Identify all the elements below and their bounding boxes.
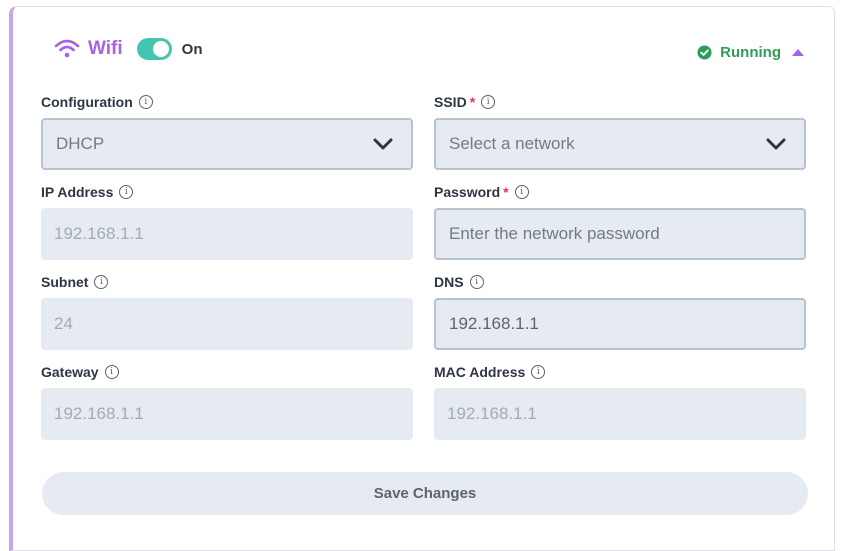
gateway-field[interactable]: 192.168.1.1	[41, 388, 413, 440]
ssid-placeholder: Select a network	[449, 134, 575, 153]
info-icon[interactable]: i	[531, 365, 546, 379]
gateway-label: Gateway i	[41, 364, 119, 380]
mac-address-field[interactable]: 192.168.1.1	[434, 388, 806, 440]
subnet-value: 24	[54, 314, 73, 333]
mac-address-value: 192.168.1.1	[447, 404, 537, 423]
ssid-select[interactable]: Select a network	[434, 118, 806, 170]
toggle-state-label: On	[181, 40, 203, 58]
ssid-label: SSID * i	[434, 94, 496, 110]
password-placeholder: Enter the network password	[449, 224, 660, 243]
dns-label: DNS i	[434, 274, 484, 290]
status-text: Running	[720, 44, 781, 61]
wifi-icon	[54, 39, 80, 58]
dns-value: 192.168.1.1	[449, 314, 539, 333]
configuration-value: DHCP	[56, 134, 105, 153]
wifi-settings-card: Wifi On Running Configuration i DHCP SSI…	[9, 6, 835, 551]
configuration-label-text: Configuration	[41, 94, 133, 110]
info-icon[interactable]: i	[94, 275, 109, 289]
info-icon[interactable]: i	[481, 95, 496, 109]
ip-address-value: 192.168.1.1	[54, 224, 144, 243]
configuration-select[interactable]: DHCP	[41, 118, 413, 170]
mac-address-label-text: MAC Address	[434, 364, 526, 380]
dns-label-text: DNS	[434, 274, 464, 290]
status-indicator: Running	[697, 44, 804, 61]
info-icon[interactable]: i	[138, 95, 153, 109]
gateway-label-text: Gateway	[41, 364, 99, 380]
required-marker: *	[469, 94, 476, 110]
check-circle-icon	[697, 45, 712, 60]
wifi-title: Wifi	[88, 38, 123, 59]
required-marker: *	[503, 184, 509, 200]
ip-address-label: IP Address i	[41, 184, 134, 200]
chevron-down-icon	[373, 138, 393, 150]
configuration-label: Configuration i	[41, 94, 153, 110]
wifi-toggle[interactable]	[136, 38, 172, 60]
ip-address-label-text: IP Address	[41, 184, 114, 200]
toggle-knob	[152, 41, 169, 57]
dns-input[interactable]: 192.168.1.1	[434, 298, 806, 350]
password-label-text: Password	[434, 184, 501, 200]
info-icon[interactable]: i	[514, 185, 529, 199]
ip-address-field[interactable]: 192.168.1.1	[41, 208, 413, 260]
info-icon[interactable]: i	[119, 185, 134, 199]
subnet-field[interactable]: 24	[41, 298, 413, 350]
mac-address-label: MAC Address i	[434, 364, 546, 380]
subnet-label: Subnet i	[41, 274, 109, 290]
info-icon[interactable]: i	[469, 275, 484, 289]
collapse-caret-icon[interactable]	[792, 49, 804, 56]
gateway-value: 192.168.1.1	[54, 404, 144, 423]
wifi-header: Wifi On	[53, 37, 203, 61]
info-icon[interactable]: i	[104, 365, 119, 379]
password-input[interactable]: Enter the network password	[434, 208, 806, 260]
save-changes-button[interactable]: Save Changes	[42, 472, 808, 515]
subnet-label-text: Subnet	[41, 274, 89, 290]
chevron-down-icon	[766, 138, 786, 150]
ssid-label-text: SSID	[434, 94, 467, 110]
password-label: Password * i	[434, 184, 529, 200]
